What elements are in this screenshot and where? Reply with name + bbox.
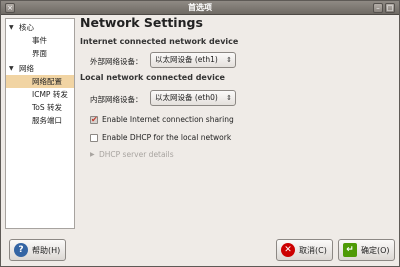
sidebar-item-label: ICMP 转发	[32, 90, 68, 99]
internal-device-value: 以太网设备 (eth0)	[155, 93, 218, 102]
settings-panel: Network Settings Internet connected netw…	[80, 15, 398, 235]
sidebar-item-label: ToS 转发	[32, 103, 63, 112]
internal-device-select[interactable]: 以太网设备 (eth0) ⇕	[150, 90, 236, 106]
sidebar-group-label: 网络	[19, 64, 34, 73]
cancel-icon: ✕	[281, 243, 295, 257]
sidebar-tree: ▼ 核心 事件 界面 ▼ 网络 网络配置 ICMP 转发 ToS 转发 服务端口	[5, 18, 75, 229]
local-section-heading: Local network connected device	[80, 73, 225, 82]
maximize-icon[interactable]: □	[385, 3, 395, 13]
page-title: Network Settings	[80, 15, 203, 30]
sidebar-item-icmp-forward[interactable]: ICMP 转发	[6, 88, 74, 101]
cancel-button-label: 取消(C)	[299, 246, 327, 255]
window-title: 首选项	[188, 3, 212, 12]
enable-dhcp-checkbox[interactable]	[90, 134, 98, 142]
sidebar-group-network[interactable]: ▼ 网络	[6, 62, 74, 75]
sidebar-item-service-ports[interactable]: 服务端口	[6, 114, 74, 127]
enable-sharing-label: Enable Internet connection sharing	[102, 115, 234, 124]
cancel-button[interactable]: ✕ 取消(C)	[276, 239, 333, 261]
sidebar-group-core[interactable]: ▼ 核心	[6, 21, 74, 34]
dhcp-details-label: DHCP server details	[99, 150, 174, 159]
sidebar-item-tos-forward[interactable]: ToS 转发	[6, 101, 74, 114]
minimize-icon[interactable]: –	[373, 3, 383, 13]
internet-section-heading: Internet connected network device	[80, 37, 239, 46]
ok-button-label: 确定(O)	[361, 246, 390, 255]
help-button-label: 帮助(H)	[32, 246, 61, 255]
sidebar-item-label: 事件	[32, 36, 47, 45]
expander-right-icon: ▶	[90, 151, 95, 158]
enable-sharing-checkbox[interactable]: ✔	[90, 115, 98, 124]
preferences-window: × 首选项 – □ ▼ 核心 事件 界面 ▼ 网络 网络配置 ICMP 转发 T…	[0, 0, 400, 267]
sidebar-item-label: 网络配置	[32, 77, 62, 86]
sidebar-item-network-config[interactable]: 网络配置	[6, 75, 74, 88]
internal-device-label: 内部网络设备：	[90, 95, 143, 104]
sidebar-group-label: 核心	[19, 23, 34, 32]
external-device-value: 以太网设备 (eth1)	[155, 55, 218, 64]
external-device-select[interactable]: 以太网设备 (eth1) ⇕	[150, 52, 236, 68]
title-bar[interactable]: × 首选项 – □	[1, 1, 399, 15]
sidebar-item-events[interactable]: 事件	[6, 34, 74, 47]
ok-icon: ↵	[343, 243, 357, 257]
external-device-label: 外部网络设备：	[90, 57, 143, 66]
updown-arrows-icon: ⇕	[226, 94, 232, 102]
updown-arrows-icon: ⇕	[226, 56, 232, 64]
sidebar-item-label: 界面	[32, 49, 47, 58]
expander-down-icon[interactable]: ▼	[9, 21, 14, 34]
help-icon: ?	[14, 243, 28, 257]
sidebar-item-label: 服务端口	[32, 116, 62, 125]
enable-dhcp-label: Enable DHCP for the local network	[102, 133, 232, 142]
sidebar-item-interface[interactable]: 界面	[6, 47, 74, 60]
expander-down-icon[interactable]: ▼	[9, 62, 14, 75]
help-button[interactable]: ? 帮助(H)	[9, 239, 66, 261]
checkmark-icon: ✔	[91, 115, 98, 124]
ok-button[interactable]: ↵ 确定(O)	[338, 239, 395, 261]
